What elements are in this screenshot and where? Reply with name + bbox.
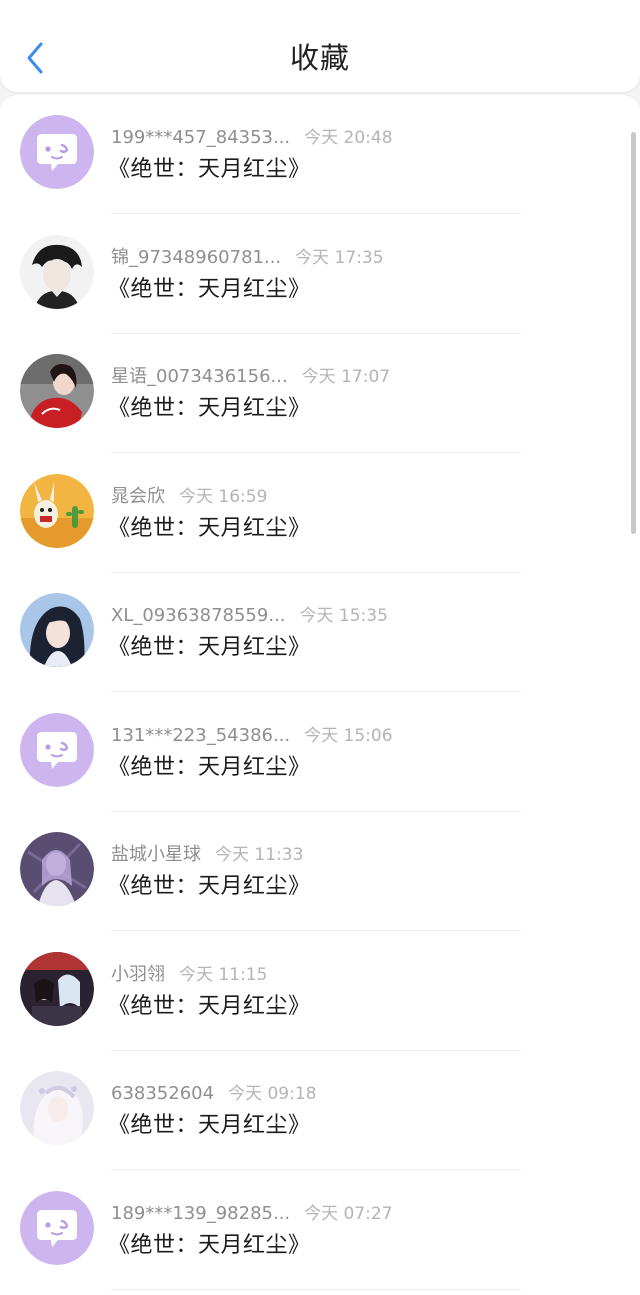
item-meta: 638352604 今天 09:18 [111, 1079, 317, 1104]
avatar[interactable] [20, 593, 94, 667]
timestamp: 今天 11:33 [215, 845, 304, 865]
avatar[interactable] [20, 951, 94, 1026]
page-title: 收藏 [289, 41, 350, 75]
item-meta: 星语_0073436156... 今天 17:07 [111, 362, 391, 387]
avatar[interactable] [20, 354, 94, 428]
item-meta: 盐城小星球 今天 11:33 [111, 840, 304, 865]
favorite-title: 《绝世：天月红尘》 [108, 754, 311, 780]
timestamp: 今天 15:06 [304, 725, 393, 746]
list-item[interactable]: XL_09363878559... 今天 15:35 《绝世：天月红尘》 [0, 573, 640, 692]
favorite-title: 《绝世：天月红尘》 [108, 993, 311, 1019]
avatar[interactable] [20, 832, 94, 906]
list-item[interactable]: 晁会欣 今天 16:59 《绝世：天月红尘》 [0, 454, 640, 573]
avatar[interactable] [20, 712, 94, 787]
list-item[interactable]: 锦_97348960781... 今天 17:35 《绝世：天月红尘》 [0, 215, 640, 334]
favorite-title: 《绝世：天月红尘》 [108, 1113, 311, 1138]
favorite-title: 《绝世：天月红尘》 [108, 276, 311, 302]
item-meta: 199***457_84353... 今天 20:48 [111, 123, 393, 148]
list-item[interactable]: 189***139_98285... 今天 07:27 《绝世：天月红尘》 [0, 1171, 640, 1290]
item-meta: 189***139_98285... 今天 07:27 [111, 1199, 393, 1224]
favorites-list[interactable]: 199***457_84353... 今天 20:48 《绝世：天月红尘》 锦_973… [0, 95, 640, 1295]
user-name: 638352604 [111, 1083, 215, 1104]
divider [111, 1288, 521, 1290]
item-meta: 小羽翎 今天 11:15 [111, 960, 268, 985]
user-name: XL_09363878559... [111, 605, 286, 626]
favorite-title: 《绝世：天月红尘》 [108, 396, 311, 421]
user-name: 盐城小星球 [111, 844, 201, 865]
timestamp: 今天 20:48 [304, 128, 393, 148]
list-item[interactable]: 638352604 今天 09:18 《绝世：天月红尘》 [0, 1051, 640, 1170]
avatar[interactable] [20, 1071, 94, 1145]
item-meta: XL_09363878559... 今天 15:35 [111, 601, 388, 626]
item-meta: 131***223_54386... 今天 15:06 [111, 721, 393, 746]
timestamp: 今天 07:27 [304, 1203, 393, 1224]
timestamp: 今天 11:15 [179, 964, 268, 985]
list-item[interactable]: 盐城小星球 今天 11:33 《绝世：天月红尘》 [0, 812, 640, 931]
avatar[interactable] [20, 115, 94, 189]
timestamp: 今天 09:18 [228, 1084, 317, 1104]
avatar[interactable] [20, 473, 94, 548]
list-item[interactable]: 小羽翎 今天 11:15 《绝世：天月红尘》 [0, 932, 640, 1051]
favorite-title: 《绝世：天月红尘》 [108, 515, 311, 541]
nav-bar: 收藏 [0, 0, 640, 92]
favorite-title: 《绝世：天月红尘》 [108, 157, 311, 182]
favorite-title: 《绝世：天月红尘》 [108, 1232, 311, 1258]
user-name: 小羽翎 [111, 963, 165, 985]
user-name: 锦_97348960781... [111, 246, 282, 268]
favorite-title: 《绝世：天月红尘》 [108, 635, 311, 660]
timestamp: 今天 17:07 [301, 367, 391, 387]
timestamp: 今天 15:35 [299, 606, 388, 626]
list-item[interactable]: 199***457_84353... 今天 20:48 《绝世：天月红尘》 [0, 95, 640, 214]
user-name: 189***139_98285... [111, 1202, 291, 1224]
user-name: 131***223_54386... [111, 724, 291, 746]
list-item[interactable]: 131***223_54386... 今天 15:06 《绝世：天月红尘》 [0, 693, 640, 812]
item-meta: 晁会欣 今天 16:59 [111, 482, 268, 507]
avatar[interactable] [20, 234, 94, 309]
user-name: 199***457_84353... [111, 127, 291, 148]
user-name: 星语_0073436156... [111, 366, 288, 387]
favorite-title: 《绝世：天月红尘》 [108, 874, 311, 899]
timestamp: 今天 16:59 [179, 486, 268, 507]
user-name: 晁会欣 [111, 485, 165, 507]
avatar[interactable] [20, 1190, 94, 1265]
list-item[interactable]: 星语_0073436156... 今天 17:07 《绝世：天月红尘》 [0, 334, 640, 453]
timestamp: 今天 17:35 [295, 247, 384, 268]
item-meta: 锦_97348960781... 今天 17:35 [111, 243, 384, 268]
